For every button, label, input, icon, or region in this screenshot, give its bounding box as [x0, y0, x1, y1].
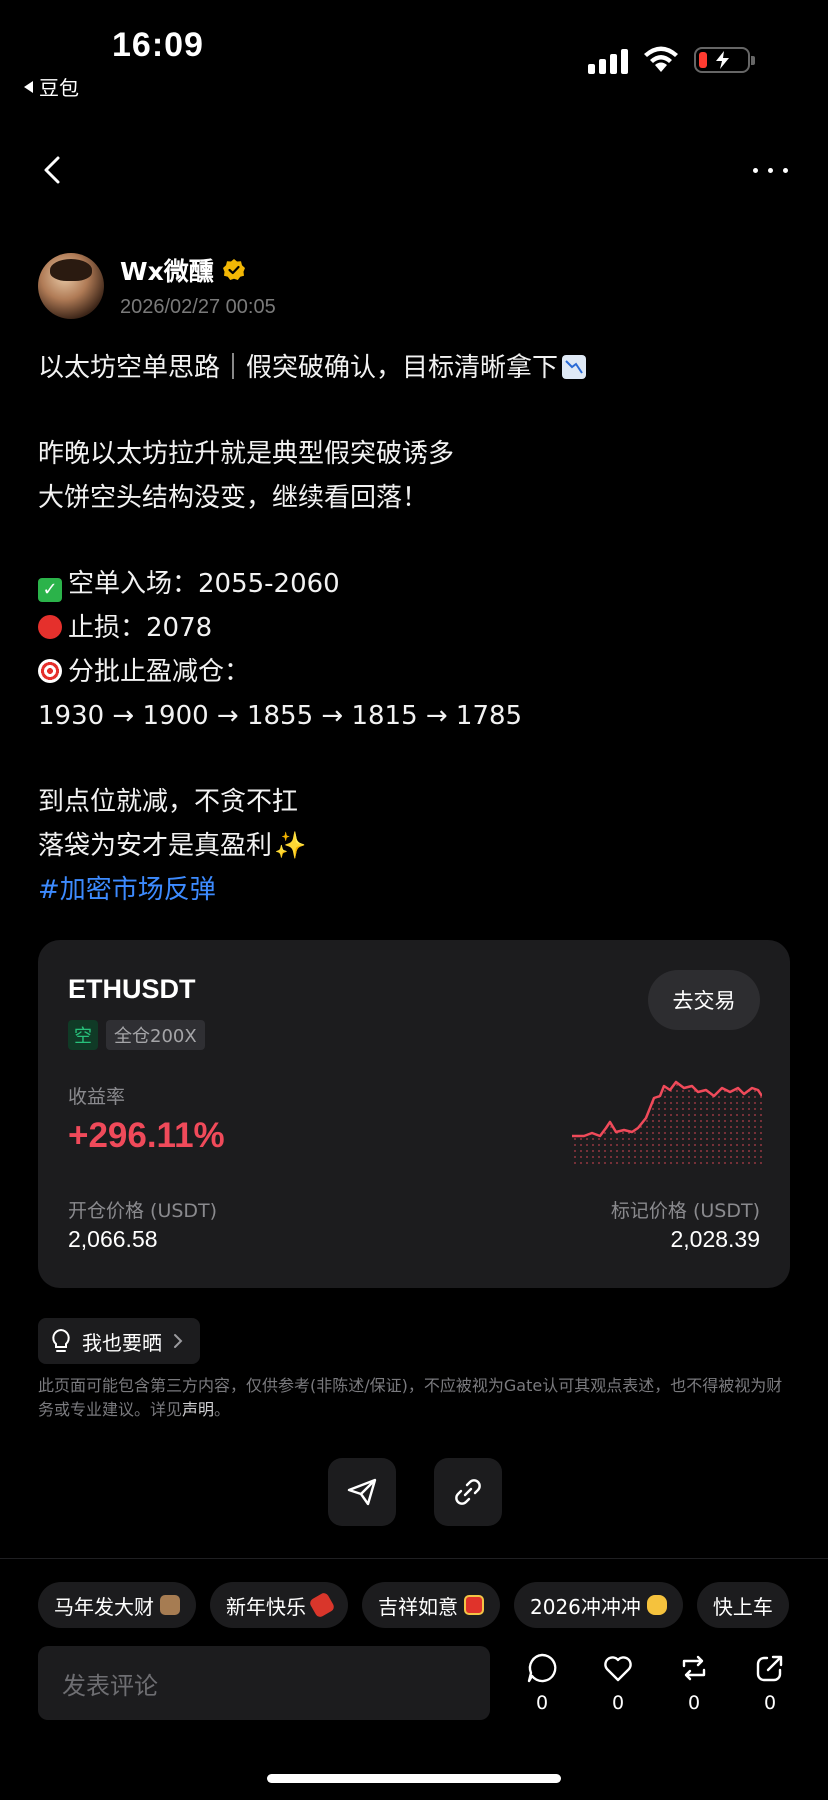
status-bar: 16:09 豆包: [0, 0, 828, 100]
author-name: Wx微醺: [120, 257, 214, 286]
fist-icon: [646, 1595, 667, 1615]
card-symbol: ETHUSDT: [68, 974, 196, 1004]
battery-icon: [694, 47, 755, 73]
home-indicator[interactable]: [267, 1774, 561, 1783]
quick-reply-chip[interactable]: 快上车: [696, 1582, 789, 1628]
card-tags: 空 全仓200X: [68, 1020, 205, 1050]
like-count: 0: [611, 1692, 625, 1714]
mark-price-label: 标记价格 (USDT): [610, 1200, 760, 1222]
leverage-tag: 全仓200X: [106, 1020, 205, 1050]
quick-reply-chip[interactable]: 2026冲冲冲: [514, 1582, 683, 1628]
show-mine-button[interactable]: 我也要晒: [38, 1318, 200, 1364]
repost-counter[interactable]: 0: [678, 1652, 710, 1714]
author-name-row[interactable]: Wx微醺: [120, 252, 276, 288]
author-header: Wx微醺 2026/02/27 00:05: [38, 252, 276, 319]
more-icon[interactable]: [753, 168, 788, 173]
horse-icon: [160, 1595, 180, 1615]
share-actions: [328, 1458, 502, 1526]
back-to-app-link[interactable]: 豆包: [24, 72, 79, 101]
post-line: 大饼空头结构没变，继续看回落！: [38, 483, 429, 513]
copy-link-button[interactable]: [434, 1458, 502, 1526]
open-price-label: 开仓价格 (USDT): [68, 1200, 218, 1222]
comment-count: 0: [535, 1692, 549, 1714]
price-sparkline: [572, 1080, 762, 1166]
link-icon: [455, 1479, 481, 1505]
quick-replies: 马年发大财 新年快乐 吉祥如意 2026冲冲冲 快上车: [38, 1582, 789, 1628]
share-count: 0: [763, 1692, 777, 1714]
quick-reply-chip[interactable]: 马年发大财: [38, 1582, 196, 1628]
hashtag-link[interactable]: #加密市场反弹: [38, 868, 798, 912]
post-line: 昨晚以太坊拉升就是典型假突破诱多: [38, 439, 455, 469]
cellular-signal-icon: [588, 46, 628, 74]
target-icon: [38, 659, 62, 683]
red-envelope-icon: [464, 1595, 484, 1615]
show-mine-label: 我也要晒: [82, 1330, 162, 1355]
quick-reply-chip[interactable]: 新年快乐: [210, 1582, 348, 1628]
repost-count: 0: [687, 1692, 701, 1714]
lightbulb-icon: [52, 1328, 70, 1352]
wifi-icon: [644, 46, 678, 72]
post-title: 以太坊空单思路｜假突破确认，目标清晰拿下: [38, 353, 559, 383]
post-line-text: 落袋为安才是真盈利: [38, 831, 273, 861]
entry-line: ✓ 空单入场：2055-2060: [38, 562, 798, 606]
short-tag: 空: [68, 1020, 98, 1050]
go-trade-button[interactable]: 去交易: [648, 970, 760, 1030]
open-price-value: 2,066.58: [68, 1226, 158, 1252]
repost-icon: [682, 1655, 706, 1681]
chart-decreasing-icon: [562, 355, 587, 379]
disclaimer-end: 。: [214, 1400, 231, 1419]
post-line: 落袋为安才是真盈利✨: [38, 824, 798, 868]
post-date: 2026/02/27 00:05: [120, 296, 276, 318]
tp-label: 分批止盈减仓：: [68, 657, 251, 687]
divider: [0, 1558, 828, 1559]
comment-counter[interactable]: 0: [526, 1652, 558, 1714]
stop-line: 止损：2078: [38, 606, 798, 650]
like-counter[interactable]: 0: [602, 1652, 634, 1714]
top-nav: [0, 140, 828, 200]
sparkles-icon: ✨: [274, 831, 307, 861]
comment-icon: [527, 1653, 557, 1683]
engagement-counters: 0 0 0 0: [526, 1652, 786, 1714]
mark-price-value: 2,028.39: [670, 1226, 760, 1252]
statement-link[interactable]: 声明: [182, 1400, 214, 1419]
send-button[interactable]: [328, 1458, 396, 1526]
heart-icon: [604, 1656, 632, 1682]
chevron-right-icon: [174, 1334, 183, 1348]
disclaimer: 此页面可能包含第三方内容，仅供参考(非陈述/保证)，不应被视为Gate认可其观点…: [38, 1374, 790, 1422]
verified-icon: [222, 259, 245, 280]
comment-input[interactable]: 发表评论: [38, 1646, 490, 1720]
share-icon: [756, 1655, 783, 1682]
roi-value: +296.11%: [68, 1116, 225, 1155]
back-app-label: 豆包: [39, 76, 79, 100]
stop-text: 止损：2078: [68, 613, 213, 643]
tp-label-line: 分批止盈减仓：: [38, 650, 798, 694]
avatar[interactable]: [38, 252, 104, 319]
send-icon: [347, 1478, 377, 1506]
quick-reply-chip[interactable]: 吉祥如意: [362, 1582, 500, 1628]
check-mark-icon: ✓: [38, 578, 62, 602]
back-icon[interactable]: [36, 152, 72, 188]
entry-text: 空单入场：2055-2060: [68, 569, 340, 599]
firecracker-icon: [308, 1591, 336, 1619]
roi-label: 收益率: [68, 1086, 126, 1108]
post-body: 以太坊空单思路｜假突破确认，目标清晰拿下 昨晚以太坊拉升就是典型假突破诱多 大饼…: [38, 346, 798, 912]
back-triangle-icon: [24, 80, 33, 93]
stop-sign-icon: [38, 615, 62, 639]
disclaimer-text: 此页面可能包含第三方内容，仅供参考(非陈述/保证)，不应被视为Gate认可其观点…: [38, 1376, 783, 1419]
post-line: 到点位就减，不贪不扛: [38, 787, 299, 817]
status-time: 16:09: [112, 26, 204, 64]
position-card[interactable]: ETHUSDT 去交易 空 全仓200X 收益率 +296.11% 开仓价格 (…: [38, 940, 790, 1288]
share-counter[interactable]: 0: [754, 1652, 786, 1714]
post-title-line: 以太坊空单思路｜假突破确认，目标清晰拿下: [38, 346, 798, 390]
tp-values: 1930 → 1900 → 1855 → 1815 → 1785: [38, 701, 523, 731]
